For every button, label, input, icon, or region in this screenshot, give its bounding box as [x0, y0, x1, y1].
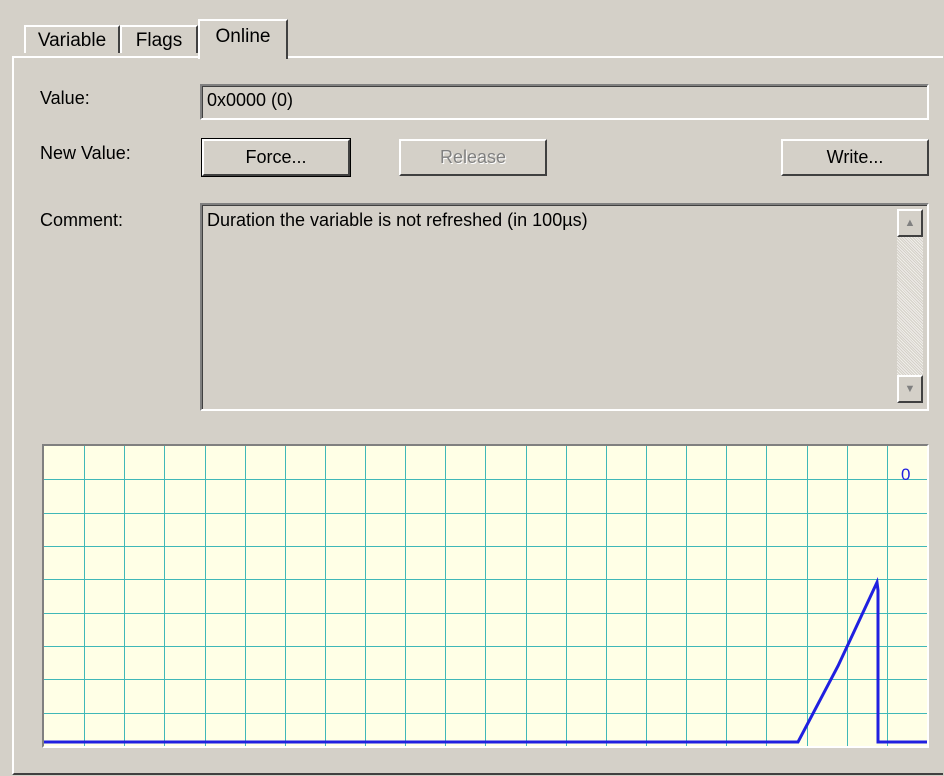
- scroll-up-button[interactable]: ▲: [897, 209, 923, 237]
- write-button[interactable]: Write...: [781, 139, 929, 176]
- comment-box: Duration the variable is not refreshed (…: [200, 203, 929, 411]
- value-history-chart: 0: [42, 444, 929, 748]
- scroll-down-button[interactable]: ▼: [897, 375, 923, 403]
- release-button[interactable]: Release: [399, 139, 547, 176]
- comment-text: Duration the variable is not refreshed (…: [202, 205, 927, 409]
- tab-flags[interactable]: Flags: [120, 25, 198, 53]
- tab-online[interactable]: Online: [198, 19, 288, 59]
- current-value-label: 0: [901, 465, 910, 484]
- value-field-text: 0x0000 (0): [202, 86, 927, 118]
- force-button[interactable]: Force...: [201, 138, 351, 177]
- scrollbar-track[interactable]: [897, 237, 923, 375]
- value-field: 0x0000 (0): [200, 84, 929, 120]
- tab-variable[interactable]: Variable: [24, 25, 120, 53]
- chart-plot: 0: [44, 446, 927, 746]
